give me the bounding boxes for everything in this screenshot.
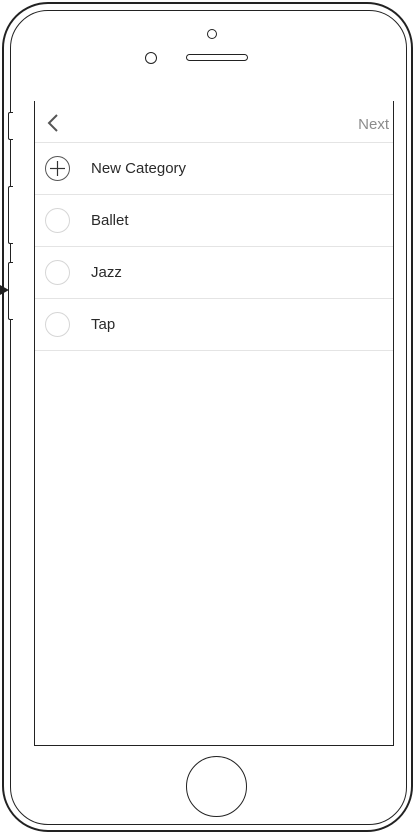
earpiece-speaker <box>186 54 248 61</box>
radio-circle-icon[interactable] <box>45 208 70 233</box>
volume-up-button <box>8 186 13 244</box>
home-button[interactable] <box>186 756 247 817</box>
category-item-jazz[interactable]: Jazz <box>35 247 393 299</box>
navigation-bar: Next <box>35 101 393 143</box>
category-item-ballet[interactable]: Ballet <box>35 195 393 247</box>
camera-sensor <box>145 52 157 64</box>
new-category-label: New Category <box>91 160 187 177</box>
category-label: Ballet <box>91 212 129 229</box>
next-button[interactable]: Next <box>358 116 389 133</box>
chevron-left-icon <box>47 114 58 132</box>
plus-icon <box>45 156 70 181</box>
category-item-tap[interactable]: Tap <box>35 299 393 351</box>
category-label: Tap <box>91 316 116 333</box>
mute-switch <box>8 112 13 140</box>
category-label: Jazz <box>91 264 122 281</box>
pointer-arrow-icon <box>0 285 9 295</box>
radio-circle-icon[interactable] <box>45 260 70 285</box>
phone-mockup: Next New Category Ballet Jazz Tap <box>0 0 417 836</box>
category-list: New Category Ballet Jazz Tap <box>35 143 393 351</box>
new-category-item[interactable]: New Category <box>35 143 393 195</box>
front-camera <box>207 29 217 39</box>
back-button[interactable] <box>43 112 65 134</box>
radio-circle-icon[interactable] <box>45 312 70 337</box>
app-screen: Next New Category Ballet Jazz Tap <box>34 101 394 746</box>
